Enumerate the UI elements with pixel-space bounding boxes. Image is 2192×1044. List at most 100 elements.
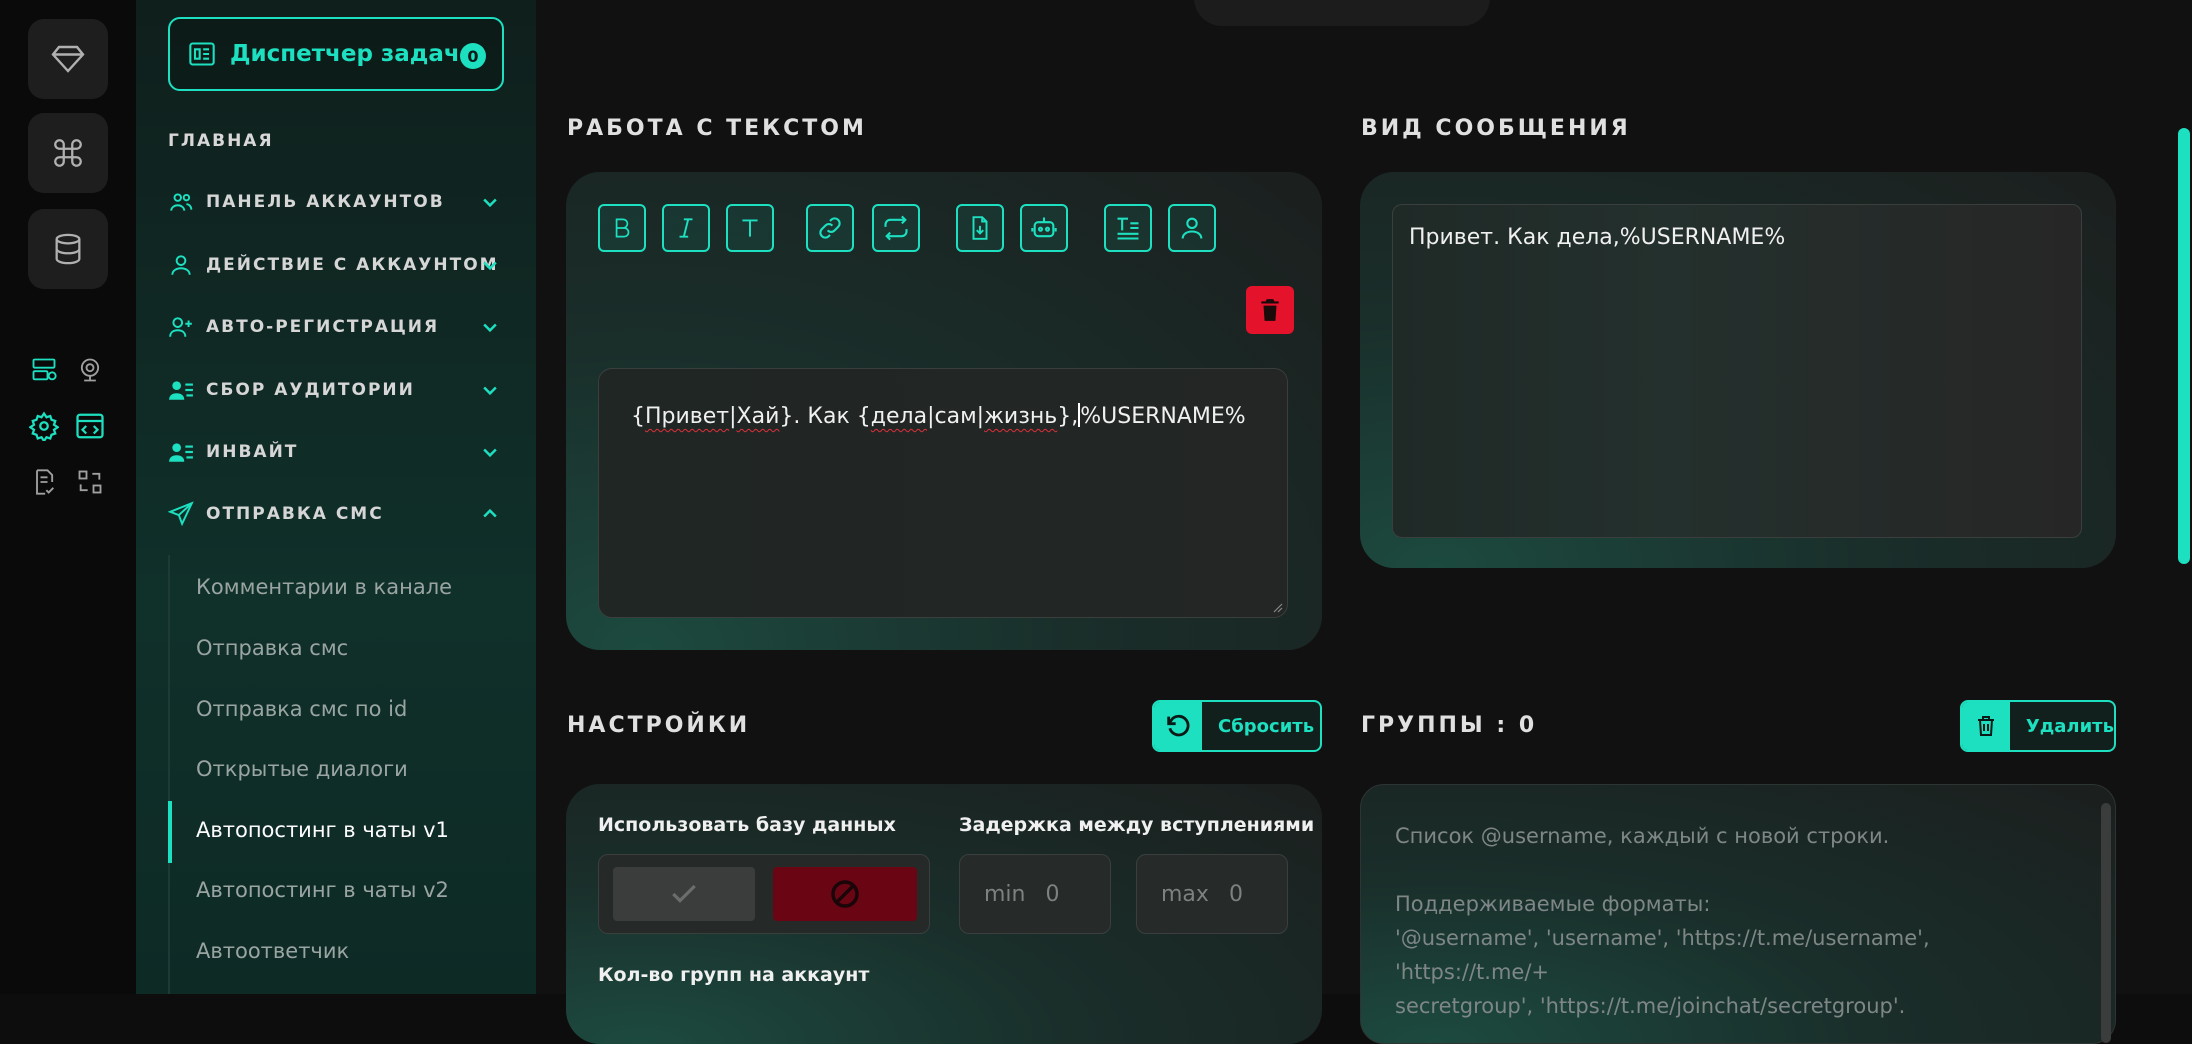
task-manager-button[interactable]: Диспетчер задач 0 xyxy=(168,17,504,91)
italic-button[interactable] xyxy=(662,204,710,252)
diamond-button[interactable] xyxy=(28,19,108,99)
groups-per-account-label: Кол-во групп на аккаунт xyxy=(598,964,870,986)
delay-max-input[interactable]: max 0 xyxy=(1136,854,1288,934)
transfer-button[interactable] xyxy=(74,466,106,498)
database-icon xyxy=(55,233,81,265)
editor-text-part: %USERNAME% xyxy=(1080,404,1246,429)
delay-min-input[interactable]: min 0 xyxy=(959,854,1111,934)
user-icon xyxy=(1181,217,1203,239)
submenu-item-autoposting-v2[interactable]: Автопостинг в чаты v2 xyxy=(196,878,449,902)
submenu-item-open-dialogs[interactable]: Открытые диалоги xyxy=(196,757,408,781)
submenu-item-send-sms[interactable]: Отправка смс xyxy=(196,636,348,660)
placeholder-line: Список @username, каждый с новой строки. xyxy=(1395,824,1890,848)
users-icon xyxy=(170,193,193,211)
repeat-button[interactable] xyxy=(872,204,920,252)
code-window-button[interactable] xyxy=(74,410,106,442)
user-variable-button[interactable] xyxy=(1168,204,1216,252)
sidebar-item-label: ПАНЕЛЬ АККАУНТОВ xyxy=(206,192,445,212)
file-import-button[interactable] xyxy=(956,204,1004,252)
sidebar-item-audience-collection[interactable]: СБОР АУДИТОРИИ xyxy=(168,370,504,410)
robot-button[interactable] xyxy=(1020,204,1068,252)
active-indicator xyxy=(168,801,172,863)
delete-groups-button[interactable]: Удалить xyxy=(1960,700,2116,752)
top-panel xyxy=(1194,0,1490,26)
text-icon xyxy=(742,219,758,237)
clear-text-button[interactable] xyxy=(1246,286,1294,334)
sidebar-item-auto-registration[interactable]: АВТО-РЕГИСТРАЦИЯ xyxy=(168,307,504,347)
chevron-down-icon xyxy=(483,323,497,333)
chevron-down-icon xyxy=(483,448,497,458)
max-value: 0 xyxy=(1228,881,1243,907)
chevron-up-icon xyxy=(483,508,497,518)
ban-icon xyxy=(831,880,859,908)
sidebar-item-send-sms[interactable]: ОТПРАВКА СМС xyxy=(168,494,504,534)
bold-button[interactable] xyxy=(598,204,646,252)
database-button[interactable] xyxy=(28,209,108,289)
editor-text-part: дела xyxy=(870,404,928,429)
sidebar-item-label: ДЕЙСТВИЕ С АККАУНТОМ xyxy=(206,255,499,275)
min-value: 0 xyxy=(1045,881,1060,907)
use-database-label: Использовать базу данных xyxy=(598,814,896,836)
groups-textarea[interactable]: Список @username, каждый с новой строки.… xyxy=(1360,784,2116,1044)
text-button[interactable] xyxy=(726,204,774,252)
link-button[interactable] xyxy=(806,204,854,252)
task-count-badge: 0 xyxy=(460,43,486,69)
chevron-down-icon xyxy=(483,261,497,271)
text-section-title: РАБОТА С ТЕКСТОМ xyxy=(567,116,867,141)
gear-button[interactable] xyxy=(28,410,60,442)
sidebar-item-invite[interactable]: ИНВАЙТ xyxy=(168,432,504,472)
submenu-item-send-sms-by-id[interactable]: Отправка смс по id xyxy=(196,697,407,721)
sidebar-item-label: АВТО-РЕГИСТРАЦИЯ xyxy=(206,317,440,337)
groups-scrollbar[interactable] xyxy=(2101,803,2111,1043)
submenu-item-autoposting-v1[interactable]: Автопостинг в чаты v1 xyxy=(196,818,449,842)
settings-card: Использовать базу данных Задержка между … xyxy=(566,784,1322,1044)
command-button[interactable] xyxy=(28,113,108,193)
italic-icon xyxy=(679,218,693,238)
settings-section-title: НАСТРОЙКИ xyxy=(567,713,751,738)
editor-text-part: Хай xyxy=(736,404,780,429)
user-icon xyxy=(171,255,191,275)
sidebar-item-account-actions[interactable]: ДЕЙСТВИЕ С АККАУНТОМ xyxy=(168,245,504,285)
task-manager-label: Диспетчер задач xyxy=(230,41,460,67)
sidebar-item-label: ИНВАЙТ xyxy=(206,442,299,462)
min-placeholder: min xyxy=(984,881,1026,907)
sidebar-item-accounts-panel[interactable]: ПАНЕЛЬ АККАУНТОВ xyxy=(168,182,504,222)
gear-icon xyxy=(29,411,59,441)
user-list-icon xyxy=(169,381,193,400)
file-import-icon xyxy=(972,216,988,240)
check-icon xyxy=(672,884,696,903)
message-text-editor[interactable]: {Привет|Хай}. Как {дела|сам|жизнь},%USER… xyxy=(598,368,1288,618)
text-editor-card: {Привет|Хай}. Как {дела|сам|жизнь},%USER… xyxy=(566,172,1322,650)
repeat-icon xyxy=(884,215,908,241)
text-format-button[interactable] xyxy=(1104,204,1152,252)
placeholder-line: '@username', 'username', 'https://t.me/u… xyxy=(1395,926,1930,984)
sidebar-heading[interactable]: ГЛАВНАЯ xyxy=(168,131,274,151)
bold-icon xyxy=(615,218,630,238)
link-icon xyxy=(819,217,841,239)
resize-handle-icon[interactable] xyxy=(1271,601,1283,613)
checklist-button[interactable] xyxy=(28,466,60,498)
toggle-no-button[interactable] xyxy=(773,867,917,921)
icon-rail xyxy=(0,0,136,994)
submenu-item-autoresponder[interactable]: Автоответчик xyxy=(196,939,349,963)
editor-text-part: }. Как { xyxy=(779,404,871,429)
toggle-yes-button[interactable] xyxy=(613,867,755,921)
user-plus-icon xyxy=(169,317,192,337)
user-list-icon xyxy=(169,443,193,462)
groups-placeholder: Список @username, каждый с новой строки.… xyxy=(1395,819,2075,1023)
page-scrollbar[interactable] xyxy=(2178,128,2190,564)
placeholder-line: secretgroup', 'https://t.me/joinchat/sec… xyxy=(1395,994,1906,1018)
chevron-down-icon xyxy=(483,386,497,396)
preview-section-title: ВИД СООБЩЕНИЯ xyxy=(1361,116,1631,141)
editor-text-part: }, xyxy=(1057,404,1079,429)
task-manager-icon xyxy=(189,42,215,66)
code-window-icon xyxy=(76,413,104,439)
checklist-icon xyxy=(36,469,54,495)
submenu-item-channel-comments[interactable]: Комментарии в канале xyxy=(196,575,452,599)
server-settings-button[interactable] xyxy=(28,354,60,386)
reset-button[interactable]: Сбросить xyxy=(1152,700,1322,752)
editor-text-part: { xyxy=(631,404,645,429)
editor-text-part: жизнь xyxy=(984,404,1058,429)
reset-icon xyxy=(1167,714,1190,737)
webcam-button[interactable] xyxy=(74,354,106,386)
